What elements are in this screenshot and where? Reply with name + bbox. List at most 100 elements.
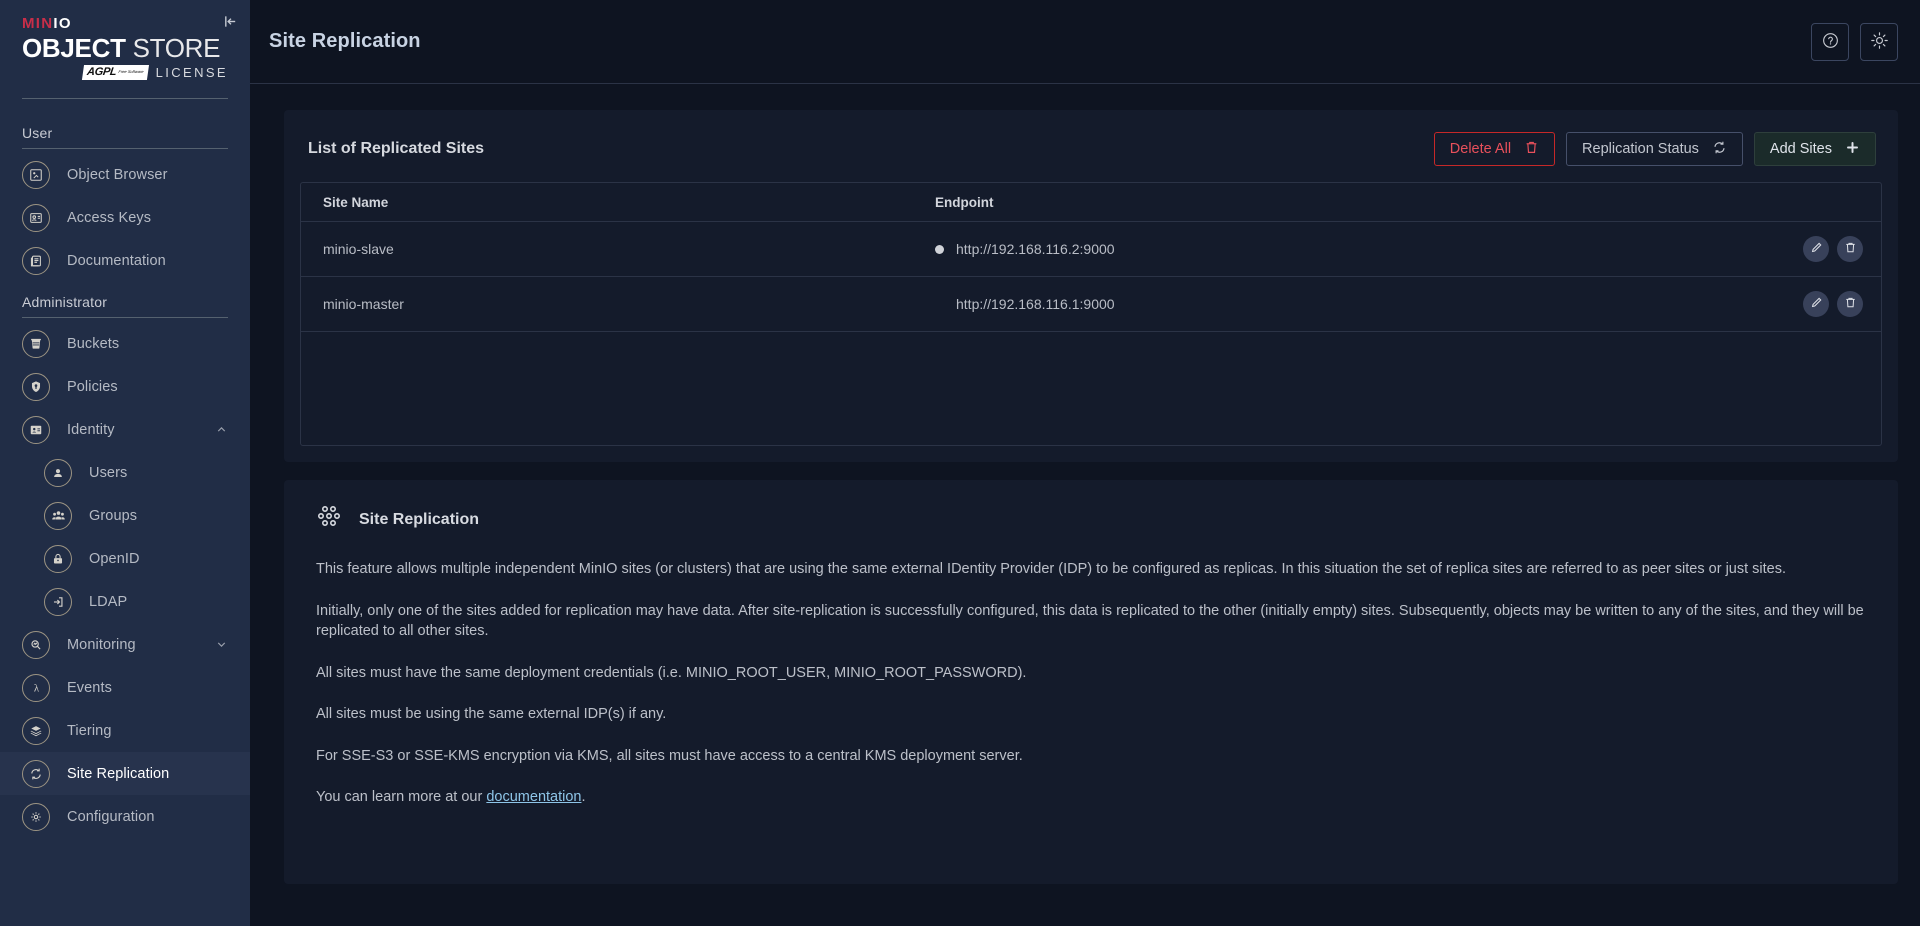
monitoring-icon	[22, 630, 50, 659]
agpl-badge-icon: AGPL Free Software	[82, 65, 150, 81]
documentation-link[interactable]: documentation	[486, 789, 581, 805]
column-header-endpoint: Endpoint	[931, 183, 1771, 222]
sidebar-item-users[interactable]: Users	[0, 451, 250, 494]
edit-site-button[interactable]	[1803, 291, 1829, 317]
sidebar: MINIO OBJECT STORE AGPL Free Software LI…	[0, 0, 250, 926]
sidebar-item-policies[interactable]: Policies	[0, 365, 250, 408]
sidebar-item-object-browser[interactable]: Object Browser	[0, 153, 250, 196]
ldap-icon	[44, 587, 72, 616]
sidebar-item-monitoring[interactable]: Monitoring	[0, 623, 250, 666]
chevron-down-icon[interactable]	[215, 638, 228, 651]
sidebar-item-label: Access Keys	[67, 209, 152, 226]
theme-toggle-button[interactable]	[1860, 22, 1898, 61]
main-area: Site Replication List of Replicated Site…	[250, 0, 1920, 926]
learn-more-prefix: You can learn more at our	[316, 789, 487, 806]
minio-wordmark-min: MIN	[22, 15, 54, 32]
column-header-actions	[1771, 183, 1881, 222]
minio-wordmark: MINIO	[22, 16, 230, 31]
site-replication-info-panel: Site Replication This feature allows mul…	[284, 480, 1898, 884]
table-row[interactable]: minio-slave http://192.168.116.2:9000	[301, 221, 1881, 277]
cell-actions	[1771, 276, 1881, 332]
content-area: List of Replicated Sites Delete All Repl…	[250, 84, 1920, 926]
replication-status-label: Replication Status	[1582, 141, 1699, 157]
events-lambda-icon: λ	[22, 673, 50, 702]
sidebar-item-label: Users	[89, 464, 128, 481]
edit-site-button[interactable]	[1803, 236, 1829, 262]
refresh-sync-icon	[1712, 140, 1727, 159]
sites-table-container: Site Name Endpoint minio-slave http://19…	[300, 182, 1882, 446]
sidebar-item-site-replication[interactable]: Site Replication	[0, 752, 250, 796]
agpl-label: AGPL	[86, 66, 118, 79]
column-header-site-name: Site Name	[301, 183, 931, 222]
sidebar-item-label: OpenID	[89, 550, 140, 567]
sidebar-item-groups[interactable]: Groups	[0, 494, 250, 537]
info-paragraph: All sites must be using the same externa…	[316, 706, 667, 723]
object-browser-icon	[22, 160, 50, 189]
add-sites-button[interactable]: Add Sites	[1753, 132, 1876, 166]
site-replication-icon	[22, 759, 50, 788]
status-dot	[935, 244, 944, 254]
table-row[interactable]: minio-master http://192.168.116.1:9000	[301, 276, 1881, 332]
sidebar-item-label: Identity	[67, 421, 115, 438]
delete-site-button[interactable]	[1837, 236, 1863, 262]
sidebar-item-configuration[interactable]: Configuration	[0, 795, 250, 838]
help-circle-icon	[1821, 31, 1840, 53]
sidebar-item-access-keys[interactable]: Access Keys	[0, 196, 250, 239]
info-paragraph: This feature allows multiple independent…	[316, 561, 1787, 577]
groups-icon	[44, 501, 72, 530]
sidebar-item-tiering[interactable]: Tiering	[0, 709, 250, 752]
nav-section-label-user: User	[22, 125, 53, 142]
sites-table-body: minio-slave http://192.168.116.2:9000 mi…	[301, 221, 1881, 332]
sidebar-item-identity[interactable]: Identity	[0, 408, 250, 451]
sidebar-item-buckets[interactable]: Buckets	[0, 322, 250, 365]
info-paragraph: Initially, only one of the sites added f…	[316, 602, 1864, 640]
object-store-wordmark: OBJECT STORE	[22, 33, 230, 63]
identity-icon	[22, 415, 50, 444]
sidebar-item-events[interactable]: λ Events	[0, 666, 250, 709]
topbar: Site Replication	[250, 0, 1920, 84]
collapse-sidebar-icon[interactable]	[218, 9, 242, 33]
topbar-actions	[1811, 22, 1898, 61]
delete-all-label: Delete All	[1449, 141, 1512, 157]
delete-site-button[interactable]	[1837, 291, 1863, 317]
wordmark-object: OBJECT	[22, 33, 126, 63]
edit-pencil-icon	[1810, 296, 1823, 312]
nav-section-divider-administrator	[22, 317, 228, 319]
sidebar-item-documentation[interactable]: Documentation	[0, 239, 250, 282]
endpoint-value: http://192.168.116.2:9000	[956, 241, 1115, 257]
configuration-gear-icon	[22, 802, 50, 831]
agpl-sublabel: Free Software	[118, 69, 145, 75]
chevron-up-icon[interactable]	[215, 423, 228, 436]
sidebar-item-label: Groups	[89, 507, 138, 524]
edit-pencil-icon	[1810, 241, 1823, 257]
license-label: LICENSE	[155, 65, 228, 81]
sidebar-item-label: LDAP	[89, 593, 128, 610]
buckets-icon	[22, 329, 50, 358]
sites-table: Site Name Endpoint minio-slave http://19…	[301, 183, 1881, 332]
tiering-icon	[22, 716, 50, 745]
svg-text:λ: λ	[33, 683, 39, 695]
delete-all-button[interactable]: Delete All	[1433, 132, 1556, 166]
sidebar-item-label: Object Browser	[67, 166, 168, 183]
cell-endpoint: http://192.168.116.1:9000	[931, 276, 1771, 332]
cell-site-name: minio-slave	[301, 221, 931, 277]
info-panel-title: Site Replication	[359, 510, 480, 528]
sidebar-item-label: Buckets	[67, 335, 120, 352]
endpoint-value: http://192.168.116.1:9000	[956, 296, 1115, 312]
replication-status-button[interactable]: Replication Status	[1566, 132, 1743, 166]
openid-icon	[44, 544, 72, 573]
help-button[interactable]	[1811, 22, 1849, 61]
wordmark-store: STORE	[132, 33, 221, 63]
info-paragraph: For SSE-S3 or SSE-KMS encryption via KMS…	[316, 747, 1023, 764]
sidebar-nav: User Object Browser Access Keys Document…	[0, 99, 250, 926]
cell-actions	[1771, 221, 1881, 277]
trash-icon	[1844, 241, 1857, 257]
app-root: MINIO OBJECT STORE AGPL Free Software LI…	[0, 0, 1920, 926]
sidebar-item-label: Events	[67, 679, 112, 696]
sidebar-item-ldap[interactable]: LDAP	[0, 580, 250, 623]
documentation-icon	[22, 246, 50, 275]
table-header-row: Site Name Endpoint	[301, 183, 1881, 222]
license-row: AGPL Free Software LICENSE	[22, 65, 230, 80]
trash-icon	[1524, 140, 1539, 159]
sidebar-item-openid[interactable]: OpenID	[0, 537, 250, 580]
